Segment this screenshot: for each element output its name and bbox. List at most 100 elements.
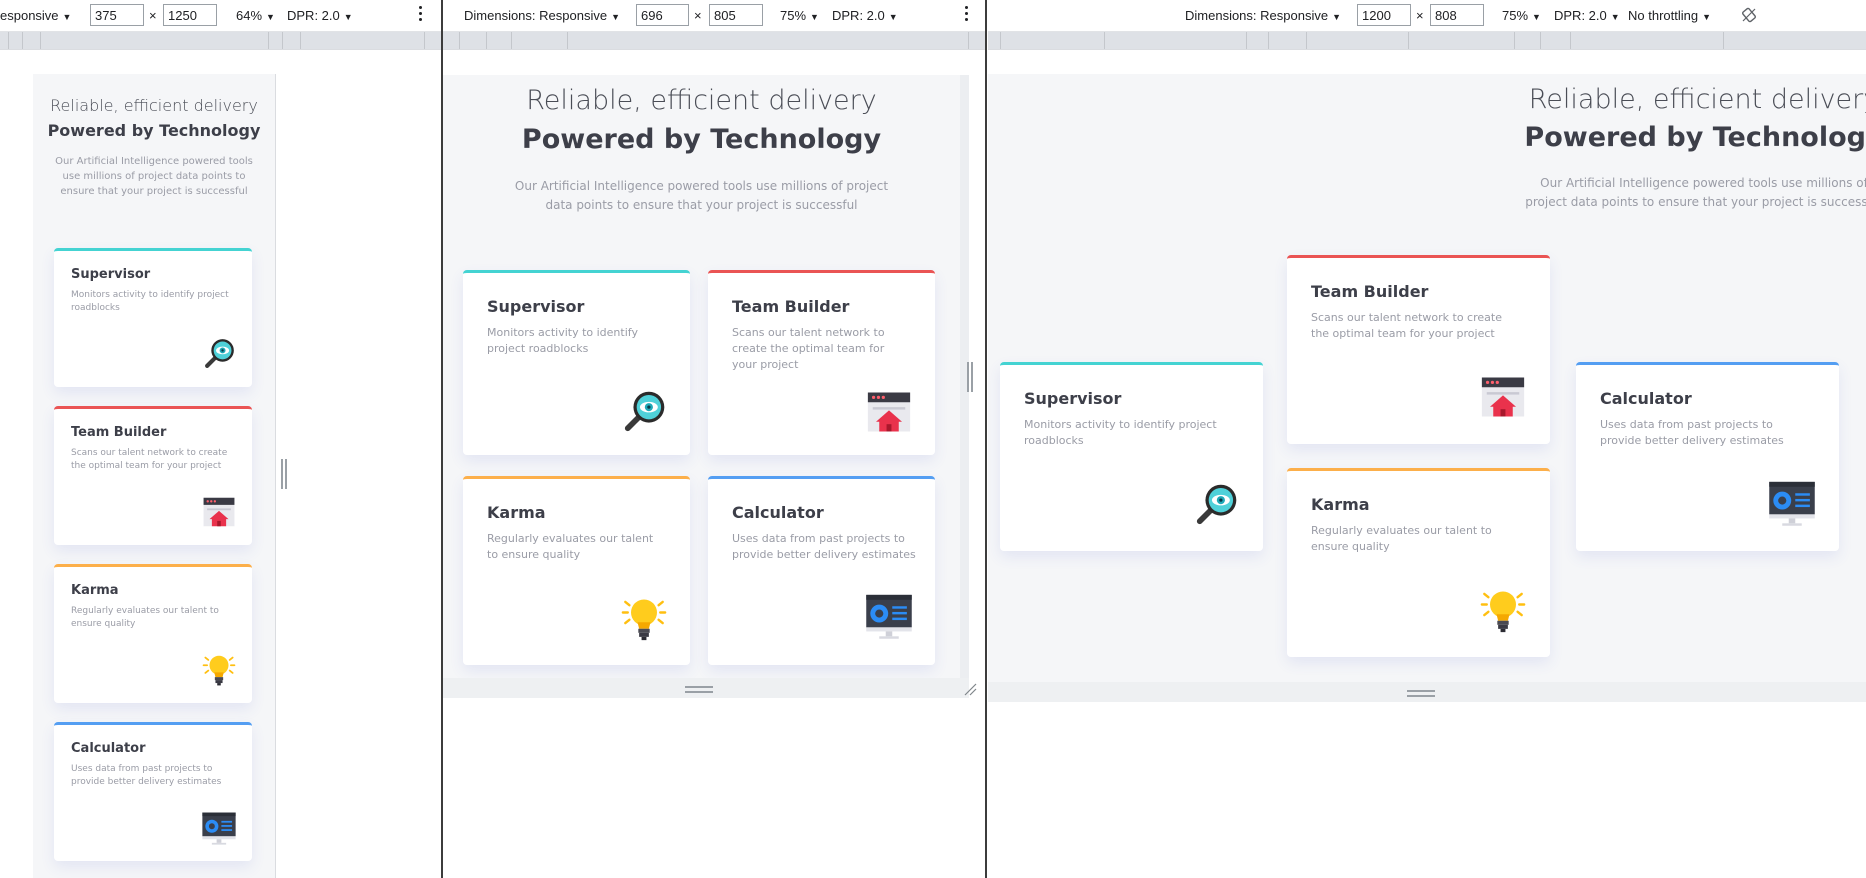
caret-down-icon: ▼ (1702, 12, 1712, 22)
magnifier-eye-icon (200, 335, 238, 377)
heading-light: Reliable, efficient delivery (526, 85, 877, 116)
corner-resize-icon[interactable] (963, 682, 977, 696)
dpr-dropdown[interactable]: DPR: 2.0 ▼ (287, 8, 353, 23)
device-pane-tablet: Dimensions: Responsive ▼ 696 × 805 75% ▼ D… (443, 0, 985, 878)
card-team-builder: Team Builder Scans our talent network to… (708, 270, 935, 455)
intro-text: Our Artificial Intelligence powered tool… (514, 179, 889, 212)
times-sign: × (694, 8, 702, 23)
card-karma: Karma Regularly evaluates our talent to … (463, 476, 690, 665)
zoom-label: 64% (236, 8, 263, 23)
kebab-icon[interactable] (965, 6, 969, 24)
team-builder-house-icon (863, 386, 915, 442)
caret-down-icon: ▼ (611, 12, 620, 22)
card-title: Supervisor (487, 297, 585, 316)
dpr-label: DPR: 2.0 (832, 8, 885, 23)
card-description: Scans our talent network to create the o… (732, 326, 885, 371)
width-resize-handle[interactable] (281, 459, 287, 489)
viewport-mobile: Reliable, efficient delivery Powered by … (33, 74, 275, 878)
height-resize-handle[interactable] (685, 686, 713, 696)
heading-bold: Powered by Technology (47, 121, 261, 140)
card-supervisor: Supervisor Monitors activity to identify… (1000, 362, 1263, 551)
card-supervisor: Supervisor Monitors activity to identify… (54, 248, 252, 387)
viewport-tablet: Reliable, efficient delivery Powered by … (443, 75, 960, 678)
caret-down-icon: ▼ (343, 12, 353, 22)
card-title: Karma (71, 583, 119, 598)
pane-divider (985, 0, 987, 878)
media-query-ruler[interactable] (0, 32, 441, 50)
heading-bold: Powered by Technology (521, 124, 882, 155)
card-description: Scans our talent network to create the o… (1311, 311, 1502, 340)
times-sign: × (1416, 8, 1424, 23)
dpr-dropdown[interactable]: DPR: 2.0 ▼ (1554, 8, 1620, 23)
rotate-icon[interactable] (1741, 7, 1757, 26)
card-title: Team Builder (71, 425, 167, 440)
media-query-ruler[interactable] (988, 32, 1866, 50)
height-input[interactable]: 808 (1430, 4, 1484, 26)
dimensions-label: Dimensions: Responsive (464, 8, 608, 23)
throttling-label: No throttling (1628, 8, 1699, 23)
dpr-label: DPR: 2.0 (1554, 8, 1607, 23)
card-title: Karma (487, 503, 546, 522)
card-description: Uses data from past projects to provide … (732, 532, 916, 561)
height-input[interactable]: 805 (709, 4, 763, 26)
kebab-icon[interactable] (419, 6, 423, 24)
dpr-label: DPR: 2.0 (287, 8, 340, 23)
throttling-dropdown[interactable]: No throttling ▼ (1628, 8, 1711, 23)
caret-down-icon: ▼ (1610, 12, 1620, 22)
caret-down-icon: ▼ (1532, 12, 1541, 22)
card-description: Uses data from past projects to provide … (1600, 418, 1784, 447)
card-team-builder: Team Builder Scans our talent network to… (1287, 255, 1550, 444)
caret-down-icon: ▼ (62, 12, 72, 22)
card-description: Monitors activity to identify project ro… (487, 326, 638, 355)
calculator-monitor-icon (200, 809, 238, 851)
card-title: Team Builder (732, 297, 850, 316)
intro-text: Our Artificial Intelligence powered tool… (1525, 176, 1866, 209)
lightbulb-icon (200, 651, 238, 693)
card-supervisor: Supervisor Monitors activity to identify… (463, 270, 690, 455)
team-builder-house-icon (200, 493, 238, 535)
card-description: Scans our talent network to create the o… (71, 448, 228, 472)
heading-bold: Powered by Technology (1524, 122, 1866, 153)
width-input[interactable]: 1200 (1357, 4, 1411, 26)
calculator-monitor-icon (1766, 477, 1818, 533)
team-builder-house-icon (1477, 371, 1529, 427)
height-input[interactable]: 1250 (163, 4, 217, 26)
calculator-monitor-icon (863, 590, 915, 646)
lightbulb-icon (618, 593, 670, 649)
card-description: Monitors activity to identify project ro… (71, 290, 229, 314)
zoom-label: 75% (1502, 8, 1529, 23)
dimensions-dropdown[interactable]: esponsive ▼ (0, 8, 71, 23)
zoom-label: 75% (780, 8, 807, 23)
device-toolbar: Dimensions: Responsive ▼ 696 × 805 75% ▼ D… (443, 0, 985, 32)
card-title: Calculator (1600, 389, 1692, 408)
height-resize-handle[interactable] (1407, 690, 1435, 700)
heading-light: Reliable, efficient delivery (1528, 84, 1866, 115)
card-title: Supervisor (71, 267, 151, 282)
caret-down-icon: ▼ (888, 12, 898, 22)
card-team-builder: Team Builder Scans our talent network to… (54, 406, 252, 545)
heading-light: Reliable, efficient delivery (50, 96, 258, 115)
zoom-dropdown[interactable]: 75% ▼ (1502, 8, 1541, 23)
dimensions-dropdown[interactable]: Dimensions: Responsive ▼ (1185, 8, 1341, 23)
card-description: Regularly evaluates our talent to ensure… (71, 606, 219, 630)
card-description: Monitors activity to identify project ro… (1024, 418, 1217, 447)
card-calculator: Calculator Uses data from past projects … (708, 476, 935, 665)
dimensions-dropdown[interactable]: Dimensions: Responsive ▼ (464, 8, 620, 23)
magnifier-eye-icon (1190, 479, 1242, 535)
card-description: Uses data from past projects to provide … (71, 764, 222, 788)
caret-down-icon: ▼ (266, 12, 275, 22)
intro-text: Our Artificial Intelligence powered tool… (55, 156, 253, 197)
zoom-dropdown[interactable]: 75% ▼ (780, 8, 819, 23)
card-description: Regularly evaluates our talent to ensure… (487, 532, 654, 561)
card-calculator: Calculator Uses data from past projects … (54, 722, 252, 861)
viewport-desktop: Reliable, efficient delivery Powered by … (988, 74, 1866, 682)
width-resize-handle[interactable] (967, 362, 973, 392)
media-query-ruler[interactable] (443, 32, 985, 50)
width-input[interactable]: 375 (90, 4, 144, 26)
card-title: Calculator (732, 503, 824, 522)
card-karma: Karma Regularly evaluates our talent to … (54, 564, 252, 703)
zoom-dropdown[interactable]: 64% ▼ (236, 8, 275, 23)
dpr-dropdown[interactable]: DPR: 2.0 ▼ (832, 8, 898, 23)
width-input[interactable]: 696 (636, 4, 689, 26)
device-toolbar: esponsive ▼ 375 × 1250 64% ▼ DPR: 2.0 ▼ (0, 0, 441, 32)
